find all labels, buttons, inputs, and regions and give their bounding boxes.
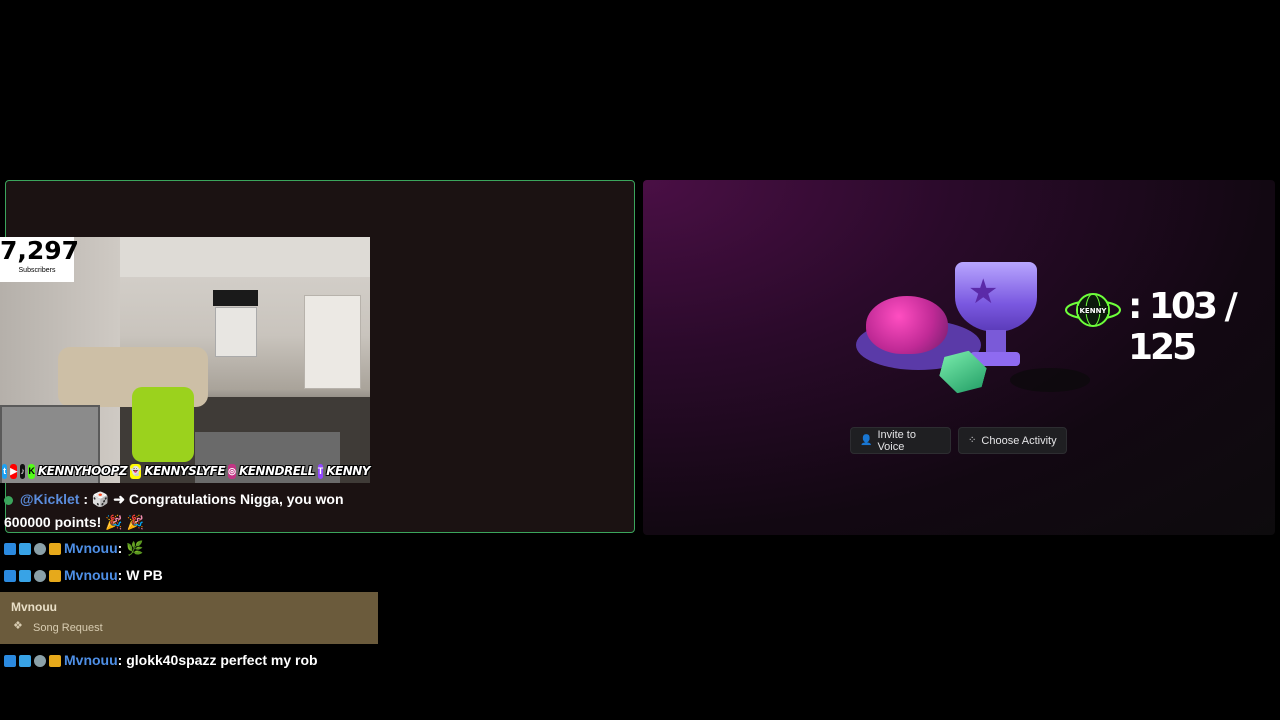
chat-username[interactable]: @Kicklet (20, 491, 80, 507)
invite-label: Invite to Voice (877, 428, 916, 453)
badge-icon (34, 654, 46, 667)
snapchat-icon: 👻 (130, 463, 142, 479)
star-icon: ★ (968, 273, 999, 311)
chat-message: Mvnouu : W PB (4, 564, 163, 587)
twitter-icon: t (2, 463, 8, 479)
twitch-icon: T (317, 463, 324, 479)
social-handle: KENNDRELL (238, 464, 315, 478)
chat-text: : 🌿 (117, 540, 144, 556)
social-handle: KENNYSLYFE (144, 464, 226, 478)
song-request-label: Song Request (33, 622, 103, 634)
globe-logo-icon: KENNY (1065, 293, 1121, 327)
grid-icon: ⁘ (968, 435, 977, 446)
invite-to-voice-button[interactable]: 👤 Invite to Voice (850, 427, 951, 454)
badge-icon (4, 569, 16, 582)
social-handle: KENNYHOOPZ (37, 464, 128, 478)
crown-icon (49, 654, 61, 667)
badge-icon (4, 542, 16, 555)
kick-icon: K (28, 463, 35, 479)
chat-message: Mvnouu : glokk40spazz perfect my rob (4, 649, 318, 672)
chat-username[interactable]: Mvnouu (64, 537, 118, 560)
crown-icon (49, 569, 61, 582)
svg-text:KENNY: KENNY (1080, 307, 1108, 315)
badge-icon (19, 569, 31, 582)
instagram-icon: ◎ (228, 463, 236, 479)
badge-icon (34, 569, 46, 582)
chat-message: @Kicklet : 🎲 ➜ Congratulations Nigga, yo… (4, 488, 344, 534)
verified-icon (4, 495, 13, 505)
tiktok-icon: ♪ (20, 463, 26, 479)
chat-text: : W PB (117, 567, 163, 583)
room-door (304, 295, 361, 389)
chat-message: Mvnouu : 🌿 (4, 537, 144, 560)
badge-icon (19, 542, 31, 555)
song-request-user: Mvnouu (11, 600, 57, 614)
chat-username[interactable]: Mvnouu (64, 564, 118, 587)
social-bar: t ▶ ♪ K KENNYHOOPZ 👻 KENNYSLYFE ◎ KENNDR… (0, 459, 370, 483)
chat-username[interactable]: Mvnouu (64, 649, 118, 672)
room-tv (213, 290, 258, 306)
choose-activity-button[interactable]: ⁘ Choose Activity (958, 427, 1067, 454)
crown-icon (49, 542, 61, 555)
badge-icon (4, 654, 16, 667)
social-handle: KENNY (326, 464, 370, 478)
room-window (215, 307, 257, 357)
subscriber-count: 7,297 (0, 236, 80, 265)
art-shadow (1010, 368, 1090, 392)
choose-label: Choose Activity (981, 434, 1057, 447)
green-backpack (132, 387, 194, 462)
youtube-icon: ▶ (10, 463, 18, 479)
subscriber-label: Subscribers (18, 267, 56, 274)
progress-counter: : 103 / 125 (1128, 286, 1238, 368)
music-icon: ❖ (13, 620, 23, 632)
add-user-icon: 👤 (860, 435, 873, 446)
badge-icon (19, 654, 31, 667)
chat-text: : glokk40spazz perfect my rob (117, 652, 318, 668)
shell-illustration (866, 296, 948, 354)
badge-icon (34, 542, 46, 555)
subscriber-counter: 7,297 Subscribers (0, 236, 80, 282)
